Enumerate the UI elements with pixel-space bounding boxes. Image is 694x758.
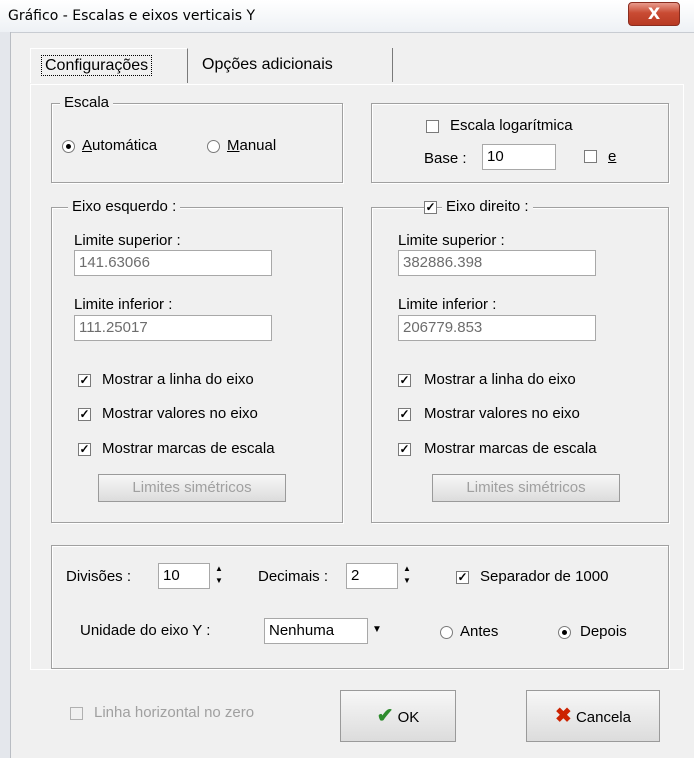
left-show-ticks-label: Mostrar marcas de escala [102,440,275,457]
tab-opcoes-adicionais[interactable]: Opções adicionais [192,48,393,82]
unit-select[interactable]: Nenhuma ▼ [264,618,386,644]
right-axis-checkbox[interactable]: ✓ [424,201,437,214]
e-checkbox[interactable] [584,150,597,163]
left-axis-legend: Eixo esquerdo : [68,198,181,215]
left-axis-group: Eixo esquerdo : Limite superior : 141.63… [51,198,343,523]
right-symmetric-button[interactable]: Limites simétricos [432,474,620,502]
e-label: e [608,148,617,165]
right-lower-label: Limite inferior : [398,296,497,313]
decimals-label: Decimais : [258,568,329,585]
left-lower-label: Limite inferior : [74,296,173,313]
separator-label: Separador de 1000 [480,568,609,585]
unit-label: Unidade do eixo Y : [80,622,211,639]
dialog-window: Gráfico - Escalas e eixos verticais Y X … [0,0,694,758]
right-lower-input[interactable]: 206779.853 [398,315,596,341]
log-group: Escala logarítmica Base : 10 e [371,103,669,183]
base-label: Base : [424,150,467,167]
left-upper-input[interactable]: 141.63066 [74,250,272,276]
window-border [0,32,11,758]
right-show-ticks-checkbox[interactable]: ✓ [398,443,411,456]
left-show-line-checkbox[interactable]: ✓ [78,374,91,387]
left-lower-input[interactable]: 111.25017 [74,315,272,341]
log-scale-checkbox[interactable] [426,120,439,133]
automatica-label[interactable]: Automática [82,137,157,154]
divisions-spin-arrows[interactable]: ▲ ▼ [209,563,228,589]
escala-legend: Escala [60,94,114,111]
zero-line-checkbox[interactable] [70,707,83,720]
right-upper-input[interactable]: 382886.398 [398,250,596,276]
decimals-spin-arrows[interactable]: ▲ ▼ [397,563,416,589]
log-scale-label: Escala logarítmica [450,117,573,134]
cancel-label: Cancela [575,709,631,726]
base-input[interactable]: 10 [482,144,556,170]
radio-depois[interactable] [558,626,571,639]
escala-group: Escala Automática Manual [51,94,343,183]
left-show-ticks-checkbox[interactable]: ✓ [78,443,91,456]
checkmark-icon: ✔ [376,705,394,727]
format-group: Divisões : 10 ▲ ▼ Decimais : 2 ▲ ▼ ✓ Separ… [51,545,669,669]
divisions-label: Divisões : [66,568,132,585]
antes-label: Antes [460,623,499,640]
depois-label: Depois [580,623,627,640]
left-show-values-checkbox[interactable]: ✓ [78,408,91,421]
automatica-rest: utomática [92,137,158,154]
right-show-line-checkbox[interactable]: ✓ [398,374,411,387]
radio-manual[interactable] [207,140,220,153]
left-symmetric-button[interactable]: Limites simétricos [98,474,286,502]
right-show-line-label: Mostrar a linha do eixo [424,371,576,388]
separator-checkbox[interactable]: ✓ [456,571,469,584]
right-upper-label: Limite superior : [398,232,505,249]
zero-line-label: Linha horizontal no zero [94,704,255,721]
radio-antes[interactable] [440,626,453,639]
divisions-spinner[interactable]: 10 ▲ ▼ [158,563,228,589]
right-show-values-checkbox[interactable]: ✓ [398,408,411,421]
manual-rest: anual [239,137,277,154]
manual-label[interactable]: Manual [227,137,276,154]
right-axis-legend: Eixo direito : [442,198,533,215]
right-show-values-label: Mostrar valores no eixo [424,405,580,422]
close-button[interactable]: X [628,2,680,26]
tab-label: Configurações [41,55,153,76]
tab-configuracoes[interactable]: Configurações [30,48,188,83]
right-show-ticks-label: Mostrar marcas de escala [424,440,597,457]
ok-label: OK [397,709,420,726]
radio-automatica[interactable] [62,140,75,153]
ok-button[interactable]: ✔ OK [340,690,456,742]
window-title: Gráfico - Escalas e eixos verticais Y [8,8,256,24]
cancel-button[interactable]: ✖ Cancela [526,690,660,742]
right-axis-group: ✓ Eixo direito : Limite superior : 38288… [371,198,669,523]
left-upper-label: Limite superior : [74,232,181,249]
decimals-value: 2 [351,567,360,584]
tab-panel: Escala Automática Manual Escala logarítm… [30,84,684,670]
decimals-spinner[interactable]: 2 ▲ ▼ [346,563,416,589]
left-show-line-label: Mostrar a linha do eixo [102,371,254,388]
chevron-down-icon[interactable]: ▼ [367,618,386,644]
x-mark-icon: ✖ [555,705,572,727]
unit-value: Nenhuma [269,622,335,639]
divisions-value: 10 [163,567,180,584]
title-bar: Gráfico - Escalas e eixos verticais Y X [0,0,694,33]
left-show-values-label: Mostrar valores no eixo [102,405,258,422]
